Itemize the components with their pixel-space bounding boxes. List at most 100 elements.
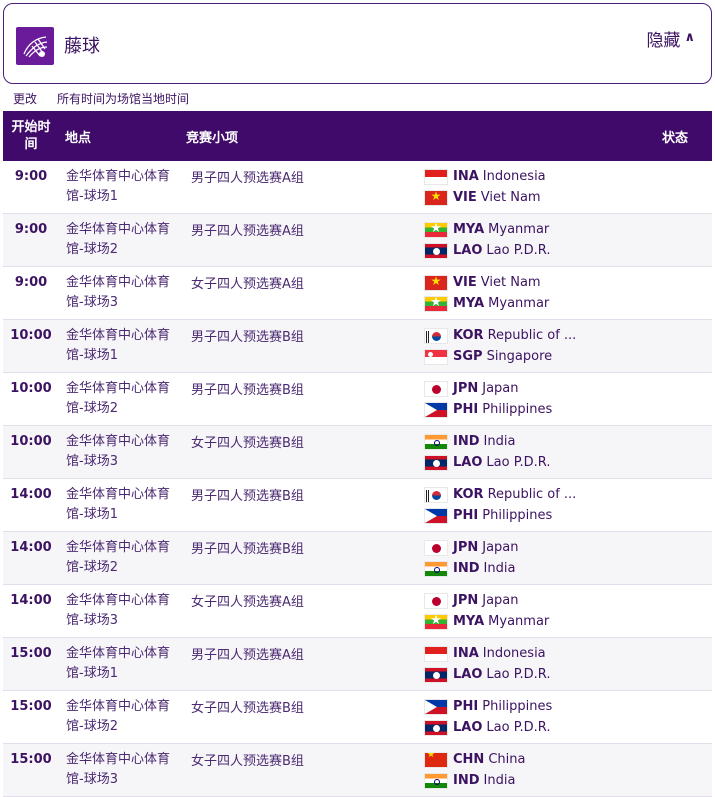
matchup: INA Indonesia LAO Lao P.D.R. — [424, 643, 551, 685]
start-time: 14:00 — [10, 540, 52, 555]
table-row[interactable]: 14:00 金华体育中心体育馆-球场2 男子四人预选赛B组 JPN Japan IND In… — [3, 532, 712, 585]
team-entry[interactable]: PHI Philippines — [424, 505, 576, 526]
event-name[interactable]: 男子四人预选赛B组 — [191, 326, 304, 345]
team-entry[interactable]: INA Indonesia — [424, 166, 546, 187]
event-name[interactable]: 女子四人预选赛B组 — [191, 750, 304, 769]
country-flag-icon — [424, 433, 448, 450]
country-flag-icon — [424, 751, 448, 768]
venue: 金华体育中心体育馆-球场1 — [66, 328, 171, 363]
event-name[interactable]: 男子四人预选赛B组 — [191, 379, 304, 398]
event-name[interactable]: 女子四人预选赛A组 — [191, 591, 304, 610]
team-entry[interactable]: LAO Lao P.D.R. — [424, 452, 551, 473]
country-flag-icon — [424, 592, 448, 609]
country-flag-icon — [424, 772, 448, 789]
timezone-note: 所有时间为场馆当地时间 — [57, 92, 190, 106]
team-entry[interactable]: LAO Lao P.D.R. — [424, 240, 551, 261]
start-time: 15:00 — [10, 646, 52, 661]
country-name: China — [488, 752, 526, 767]
country-code: JPN — [453, 593, 479, 608]
country-name: Lao P.D.R. — [486, 455, 551, 470]
country-flag-icon — [424, 168, 448, 185]
event-name[interactable]: 男子四人预选赛A组 — [191, 167, 304, 186]
table-row[interactable]: 15:00 金华体育中心体育馆-球场1 男子四人预选赛A组 INA Indonesia L… — [3, 638, 712, 691]
table-row[interactable]: 9:00金华体育中心体育馆-球场1男子四人预选赛A组INAIndonesiaVI… — [3, 161, 712, 214]
start-time: 10:00 — [10, 328, 52, 343]
venue: 金华体育中心体育馆-球场1 — [66, 487, 171, 522]
country-name: Philippines — [482, 508, 553, 523]
team-entry[interactable]: KOR Republic of ... — [424, 484, 576, 505]
matchup: KOR Republic of ... PHI Philippines — [424, 484, 576, 526]
country-flag-icon — [424, 242, 448, 259]
schedule-table-body: 9:00金华体育中心体育馆-球场1男子四人预选赛A组INAIndonesiaVI… — [3, 161, 712, 797]
country-name: Viet Nam — [480, 275, 541, 290]
team-entry[interactable]: LAO Lao P.D.R. — [424, 717, 552, 738]
country-code: JPN — [453, 540, 479, 555]
country-flag-icon — [424, 486, 448, 503]
table-row[interactable]: 9:00金华体育中心体育馆-球场3女子四人预选赛A组VIEViet NamMYA… — [3, 267, 712, 320]
country-name: Philippines — [482, 402, 553, 417]
country-name: Singapore — [486, 349, 553, 364]
team-entry[interactable]: SGP Singapore — [424, 346, 576, 367]
team-entry[interactable]: JPN Japan — [424, 378, 552, 399]
team-entry[interactable]: IND India — [424, 770, 525, 791]
team-entry[interactable]: CHNChina — [424, 749, 525, 770]
country-code: LAO — [453, 720, 483, 735]
country-name: Indonesia — [482, 169, 546, 184]
country-code: INA — [453, 169, 479, 184]
table-row[interactable]: 10:00 金华体育中心体育馆-球场3 女子四人预选赛B组 IND India LAO La… — [3, 426, 712, 479]
venue: 金华体育中心体育馆-球场1 — [66, 169, 171, 204]
table-row[interactable]: 14:00 金华体育中心体育馆-球场1 男子四人预选赛B组 KOR Republic o… — [3, 479, 712, 532]
table-row[interactable]: 10:00 金华体育中心体育馆-球场2 男子四人预选赛B组 JPN Japan PHI Ph… — [3, 373, 712, 426]
sport-title: 藤球 — [64, 36, 100, 57]
team-entry[interactable]: PHI Philippines — [424, 696, 552, 717]
team-entry[interactable]: IND India — [424, 431, 551, 452]
start-time: 9:00 — [14, 275, 48, 290]
team-entry[interactable]: JPN Japan — [424, 537, 519, 558]
country-name: Lao P.D.R. — [486, 720, 551, 735]
hide-toggle-label: 隐藏 — [646, 31, 681, 51]
event-name[interactable]: 女子四人预选赛B组 — [191, 697, 304, 716]
team-entry[interactable]: IND India — [424, 558, 519, 579]
event-name[interactable]: 女子四人预选赛A组 — [191, 273, 304, 292]
country-flag-icon — [424, 560, 448, 577]
matchup: KOR Republic of ... SGP Singapore — [424, 325, 576, 367]
country-flag-icon — [424, 698, 448, 715]
start-time: 10:00 — [10, 381, 52, 396]
event-name[interactable]: 男子四人预选赛B组 — [191, 485, 304, 504]
venue: 金华体育中心体育馆-球场2 — [66, 222, 171, 257]
matchup: CHNChinaINDIndia — [424, 749, 525, 791]
chevron-up-icon: ∧ — [684, 30, 695, 45]
table-row[interactable]: 15:00 金华体育中心体育馆-球场2 女子四人预选赛B组 PHI Philippine… — [3, 691, 712, 744]
team-entry[interactable]: MYAMyanmar — [424, 219, 551, 240]
team-entry[interactable]: JPN Japan — [424, 590, 549, 611]
country-code: PHI — [453, 699, 479, 714]
country-flag-icon — [424, 189, 448, 206]
table-row[interactable]: 15:00金华体育中心体育馆-球场3女子四人预选赛B组CHNChinaINDIn… — [3, 744, 712, 797]
event-name[interactable]: 女子四人预选赛B组 — [191, 432, 304, 451]
venue: 金华体育中心体育馆-球场2 — [66, 381, 171, 416]
table-row[interactable]: 9:00金华体育中心体育馆-球场2男子四人预选赛A组MYAMyanmarLAOL… — [3, 214, 712, 267]
country-code: INA — [453, 646, 479, 661]
team-entry[interactable]: LAO Lao P.D.R. — [424, 664, 551, 685]
event-name[interactable]: 男子四人预选赛A组 — [191, 644, 304, 663]
team-entry[interactable]: INA Indonesia — [424, 643, 551, 664]
team-entry[interactable]: MYAMyanmar — [424, 611, 549, 632]
event-name[interactable]: 男子四人预选赛B组 — [191, 538, 304, 557]
start-time: 15:00 — [10, 752, 52, 767]
country-flag-icon — [424, 274, 448, 291]
team-entry[interactable]: VIEViet Nam — [424, 187, 546, 208]
table-row[interactable]: 14:00金华体育中心体育馆-球场3女子四人预选赛A组JPNJapanMYAMy… — [3, 585, 712, 638]
team-entry[interactable]: KOR Republic of ... — [424, 325, 576, 346]
event-name[interactable]: 男子四人预选赛A组 — [191, 220, 304, 239]
team-entry[interactable]: MYAMyanmar — [424, 293, 549, 314]
table-row[interactable]: 10:00 金华体育中心体育馆-球场1 男子四人预选赛B组 KOR Republic o… — [3, 320, 712, 373]
team-entry[interactable]: PHI Philippines — [424, 399, 552, 420]
change-link[interactable]: 更改 — [13, 90, 37, 107]
country-flag-icon — [424, 539, 448, 556]
country-flag-icon — [424, 507, 448, 524]
hide-toggle-button[interactable]: 隐藏 ∧ — [646, 26, 695, 51]
team-entry[interactable]: VIEViet Nam — [424, 272, 549, 293]
matchup: JPN Japan PHI Philippines — [424, 378, 552, 420]
country-flag-icon — [424, 401, 448, 418]
country-name: India — [483, 561, 516, 576]
